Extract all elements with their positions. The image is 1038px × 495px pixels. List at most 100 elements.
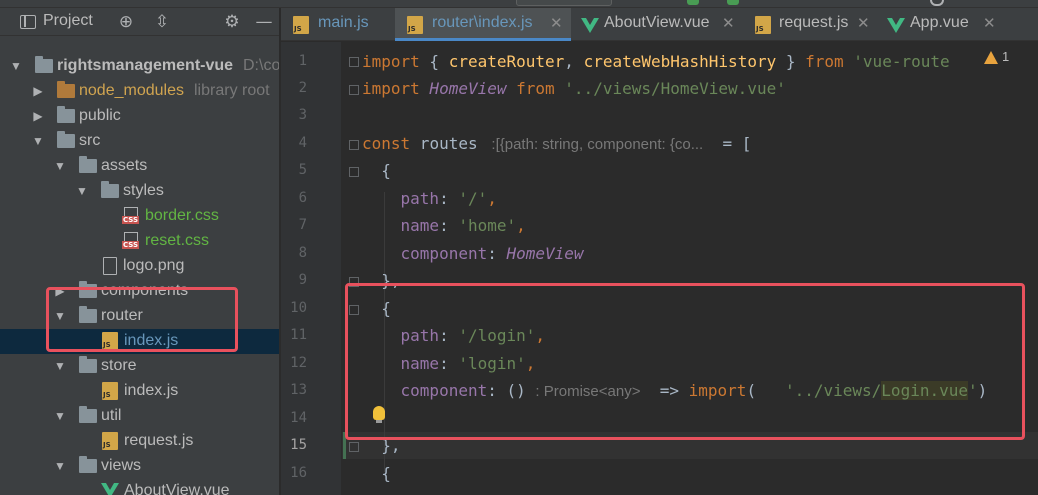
tree-item-label: request.js	[124, 432, 194, 449]
tree-item-label: rightsmanagement-vue	[57, 57, 234, 74]
tree-item-border-css[interactable]: border.css	[0, 204, 279, 229]
tab-app-vue[interactable]: App.vue ✕	[877, 8, 1038, 41]
chevron-down-icon[interactable]: ▼	[52, 158, 68, 174]
tree-item-styles[interactable]: ▼ styles	[0, 179, 279, 204]
type-hint: : Promise<any>	[535, 383, 641, 400]
tree-item-label: components	[101, 282, 189, 299]
folder-icon	[101, 181, 119, 198]
line-number: 9	[298, 272, 307, 288]
tree-item-store[interactable]: ▼ store	[0, 354, 279, 379]
run-config-dropdown[interactable]	[516, 0, 612, 6]
fold-marker[interactable]	[349, 85, 359, 95]
project-panel-header: Project ⊕ ⇳ ⚙ —	[0, 8, 279, 36]
code-line-7: name: 'home',	[362, 216, 526, 235]
close-icon[interactable]: ✕	[857, 14, 870, 32]
line-number-current: 15	[290, 437, 307, 453]
close-icon[interactable]: ✕	[550, 14, 563, 32]
tab-request-js[interactable]: request.js ✕	[743, 8, 877, 41]
code-line-1: import { createRouter, createWebHashHist…	[362, 52, 950, 71]
tree-item-label: assets	[101, 157, 148, 174]
minimize-icon[interactable]: —	[254, 12, 274, 32]
tab-label: App.vue	[910, 14, 969, 31]
type-hint: :[{path: string, component: {co...	[487, 136, 704, 153]
line-number: 1	[298, 53, 307, 69]
close-icon[interactable]: ✕	[983, 14, 996, 32]
inspection-warning-indicator[interactable]: 1	[984, 49, 1010, 65]
path-hint: D:\co	[243, 57, 280, 74]
tree-item-label: AboutView.vue	[124, 482, 230, 495]
line-number: 3	[298, 107, 307, 123]
tree-item-node-modules[interactable]: ▶ node_modules library root	[0, 79, 279, 104]
fold-marker[interactable]	[349, 277, 359, 287]
tree-item-components[interactable]: ▶ components	[0, 279, 279, 304]
tab-label: router\index.js	[432, 14, 533, 31]
tree-item-request-js[interactable]: request.js	[0, 429, 279, 454]
debug-icon[interactable]	[727, 0, 739, 5]
chevron-down-icon[interactable]: ▼	[52, 308, 68, 324]
code-line-11: path: '/login',	[362, 326, 546, 345]
vue-file-icon	[887, 18, 905, 33]
tree-item-label: router	[101, 307, 143, 324]
code-line-15: },	[362, 436, 401, 455]
search-everywhere-icon[interactable]	[930, 0, 944, 6]
tree-item-label: reset.css	[145, 232, 210, 249]
tree-item-assets[interactable]: ▼ assets	[0, 154, 279, 179]
tree-item-store-index-js[interactable]: index.js	[0, 379, 279, 404]
target-icon[interactable]: ⊕	[116, 12, 136, 32]
chevron-down-icon[interactable]: ▼	[8, 58, 24, 74]
chevron-right-icon[interactable]: ▶	[52, 283, 68, 299]
code-editor[interactable]: import { createRouter, createWebHashHist…	[362, 42, 1038, 495]
tree-item-root[interactable]: ▼ rightsmanagement-vue D:\co	[0, 54, 280, 79]
tree-item-src[interactable]: ▼ src	[0, 129, 279, 154]
tab-label: request.js	[779, 14, 849, 31]
chevron-right-icon[interactable]: ▶	[30, 83, 46, 99]
panel-title[interactable]: Project	[43, 12, 93, 30]
run-icon[interactable]	[687, 0, 699, 5]
tree-item-label: util	[101, 407, 122, 424]
tree-item-public[interactable]: ▶ public	[0, 104, 279, 129]
tree-item-router[interactable]: ▼ router	[0, 304, 279, 329]
line-number: 2	[298, 80, 307, 96]
code-line-13: component: () : Promise<any> => import( …	[362, 381, 988, 400]
tree-item-router-index-js[interactable]: index.js	[0, 329, 279, 354]
image-file-icon	[103, 257, 117, 275]
chevron-right-icon[interactable]: ▶	[30, 108, 46, 124]
folder-icon	[35, 56, 53, 73]
chevron-down-icon[interactable]: ▼	[30, 133, 46, 149]
line-number: 10	[290, 300, 307, 316]
lightbulb-icon[interactable]	[373, 406, 385, 423]
tree-item-util[interactable]: ▼ util	[0, 404, 279, 429]
close-icon[interactable]: ✕	[722, 14, 735, 32]
warning-count: 1	[1002, 49, 1010, 64]
tree-item-views[interactable]: ▼ views	[0, 454, 279, 479]
tree-item-logo-png[interactable]: logo.png	[0, 254, 279, 279]
code-line-16: {	[362, 464, 391, 483]
collapse-icon[interactable]: ⇳	[152, 12, 172, 32]
fold-marker[interactable]	[349, 442, 359, 452]
fold-marker[interactable]	[349, 140, 359, 150]
folder-icon	[79, 356, 97, 373]
chevron-down-icon[interactable]: ▼	[52, 408, 68, 424]
chevron-down-icon[interactable]: ▼	[74, 183, 90, 199]
tree-item-reset-css[interactable]: reset.css	[0, 229, 279, 254]
line-number: 8	[298, 245, 307, 261]
chevron-down-icon[interactable]: ▼	[52, 358, 68, 374]
code-line-4: const routes :[{path: string, component:…	[362, 134, 752, 153]
fold-marker[interactable]	[349, 57, 359, 67]
css-file-icon	[122, 207, 140, 225]
folder-icon	[57, 81, 75, 98]
css-file-icon	[122, 232, 140, 250]
tab-router-index-js[interactable]: router\index.js ✕	[395, 8, 571, 41]
gear-icon[interactable]: ⚙	[222, 12, 242, 32]
vue-file-icon	[101, 483, 119, 495]
fold-marker[interactable]	[349, 305, 359, 315]
fold-marker[interactable]	[349, 167, 359, 177]
tab-main-js[interactable]: main.js	[281, 8, 395, 41]
chevron-down-icon[interactable]: ▼	[52, 458, 68, 474]
editor-tab-bar: main.js router\index.js ✕ AboutView.vue …	[281, 8, 1038, 41]
tab-aboutview-vue[interactable]: AboutView.vue ✕	[571, 8, 743, 41]
tree-item-aboutview-vue[interactable]: AboutView.vue	[0, 479, 279, 495]
folder-icon	[79, 406, 97, 423]
line-number: 5	[298, 162, 307, 178]
line-number: 7	[298, 217, 307, 233]
